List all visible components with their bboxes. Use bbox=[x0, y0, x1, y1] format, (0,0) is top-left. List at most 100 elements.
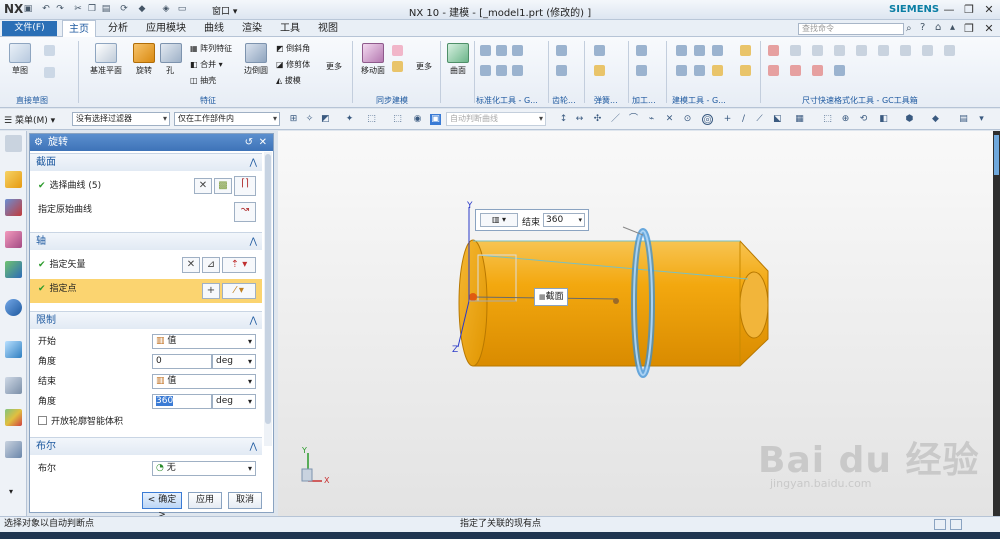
chamfer-button[interactable]: ◩ 倒斜角 bbox=[276, 43, 310, 54]
modeling-tool-icon-4[interactable] bbox=[676, 65, 687, 76]
tab-applications[interactable]: 应用模块 bbox=[140, 20, 192, 37]
std-tool-icon-5[interactable] bbox=[496, 65, 507, 76]
angle-handle[interactable] bbox=[613, 298, 619, 304]
snap-quadrant-icon[interactable]: ◎ bbox=[702, 114, 713, 125]
std-tool-icon-4[interactable] bbox=[480, 65, 491, 76]
status-icon-1[interactable] bbox=[934, 519, 946, 530]
boolean-select[interactable]: ◔ 无 ▾ bbox=[152, 461, 256, 476]
snap-end-point-icon[interactable]: ／ bbox=[610, 114, 621, 125]
dialog-scrollbar[interactable] bbox=[264, 152, 272, 446]
dim-tool-icon-7[interactable] bbox=[900, 45, 911, 56]
graphics-window[interactable]: Y Z Y X ▥ ▾ 结束 360 ▾ ▦截面 Bai du 经验 jingya… bbox=[278, 131, 993, 516]
section-header[interactable]: 截面 ⋀ bbox=[30, 153, 262, 171]
process-studio-icon[interactable] bbox=[5, 409, 22, 426]
dim-tool-icon-8[interactable] bbox=[922, 45, 933, 56]
start-angle-input[interactable]: 0 bbox=[152, 354, 212, 369]
render-style-icon[interactable]: ⬢ bbox=[904, 114, 915, 125]
assembly-navigator-icon[interactable] bbox=[5, 199, 22, 216]
machining-tool-icon-1[interactable] bbox=[636, 45, 647, 56]
origin-curve-icon[interactable]: ↝ bbox=[234, 202, 256, 222]
history-icon[interactable] bbox=[5, 377, 22, 394]
zoom-icon[interactable]: ⊕ bbox=[840, 114, 851, 125]
restore-button[interactable]: ❐ bbox=[960, 2, 978, 17]
start-type-select[interactable]: ▥ 值 ▾ bbox=[152, 334, 256, 349]
tab-tools[interactable]: 工具 bbox=[274, 20, 306, 37]
sync-icon-b[interactable] bbox=[392, 61, 403, 72]
part-navigator-icon[interactable] bbox=[5, 171, 22, 188]
axis-point-handle[interactable] bbox=[469, 293, 477, 301]
point-type-select[interactable]: ⁄ ▾ bbox=[222, 283, 256, 299]
snap-point-on-curve-icon[interactable]: ∕ bbox=[738, 114, 749, 125]
dim-tool-icon-4[interactable] bbox=[834, 45, 845, 56]
roles-icon[interactable] bbox=[5, 441, 22, 458]
fit-view-icon[interactable]: ⬚ bbox=[822, 114, 833, 125]
menu-button[interactable]: ☰ 菜单(M) ▾ bbox=[4, 113, 55, 126]
snap-center-icon[interactable]: ⊙ bbox=[682, 114, 693, 125]
std-tool-icon-6[interactable] bbox=[512, 65, 523, 76]
ok-button[interactable]: < 确定 > bbox=[142, 492, 182, 520]
modeling-tool-icon-3[interactable] bbox=[712, 45, 723, 56]
pattern-feature-button[interactable]: ▦ 阵列特征 bbox=[190, 43, 232, 54]
onscreen-type-select[interactable]: ▥ ▾ bbox=[480, 213, 518, 227]
scroll-thumb[interactable] bbox=[265, 154, 271, 424]
snap-control-point-icon[interactable]: ⌁ bbox=[646, 114, 657, 125]
select-icon-4[interactable]: ✦ bbox=[344, 114, 355, 125]
end-angle-input[interactable]: 360 bbox=[152, 394, 212, 409]
dim-tool-icon-13[interactable] bbox=[834, 65, 845, 76]
select-icon-2[interactable]: ✧ bbox=[304, 114, 315, 125]
deselect-icon[interactable]: ✕ bbox=[194, 178, 212, 194]
collapse-ribbon-icon[interactable]: ▴ bbox=[950, 22, 955, 33]
reverse-direction-icon[interactable]: ✕ bbox=[182, 257, 200, 273]
surface-button[interactable]: 曲面 bbox=[446, 43, 470, 76]
gear-icon[interactable]: ⚙ bbox=[34, 134, 43, 151]
search-icon[interactable]: ⌕ bbox=[906, 23, 912, 34]
view-icon-1[interactable]: ▦ bbox=[794, 114, 805, 125]
expand-icon[interactable]: ▾ bbox=[9, 487, 13, 496]
shell-button[interactable]: ◫ 抽壳 bbox=[190, 75, 216, 86]
end-angle-onscreen-input[interactable]: ▥ ▾ 结束 360 ▾ bbox=[475, 209, 589, 231]
dim-tool-icon-12[interactable] bbox=[812, 65, 823, 76]
hd3d-icon[interactable] bbox=[5, 299, 22, 316]
start-angle-unit-select[interactable]: deg ▾ bbox=[212, 354, 256, 369]
rectangle-icon[interactable] bbox=[44, 67, 55, 78]
std-tool-icon-2[interactable] bbox=[496, 45, 507, 56]
dim-tool-icon-10[interactable] bbox=[768, 65, 779, 76]
open-profile-row[interactable]: 开放轮廓智能体积 bbox=[30, 412, 262, 432]
boolean-header[interactable]: 布尔 ⋀ bbox=[30, 437, 262, 455]
modeling-tool-icon-6[interactable] bbox=[712, 65, 723, 76]
minimize-button[interactable]: — bbox=[940, 2, 958, 17]
type-filter-select[interactable]: 没有选择过滤器 bbox=[72, 112, 170, 126]
dim-tool-icon-3[interactable] bbox=[812, 45, 823, 56]
tab-curve[interactable]: 曲线 bbox=[198, 20, 230, 37]
machining-tool-icon-2[interactable] bbox=[636, 65, 647, 76]
help-icon[interactable]: ? bbox=[920, 22, 925, 33]
orient-view-icon[interactable]: ◧ bbox=[878, 114, 889, 125]
profile-icon[interactable] bbox=[44, 45, 55, 56]
select-icon-6[interactable]: ⬚ bbox=[392, 114, 403, 125]
origin-curve-row[interactable]: 指定原始曲线 bbox=[30, 200, 262, 220]
doc-restore-button[interactable]: ❐ bbox=[960, 21, 978, 36]
file-menu[interactable]: 文件(F) bbox=[2, 21, 57, 36]
move-face-button[interactable]: 移动面 bbox=[358, 43, 388, 76]
select-icon-8[interactable]: ▣ bbox=[430, 114, 441, 125]
toolbar-options-icon[interactable]: ▾ bbox=[976, 114, 987, 125]
snap-icon-2[interactable]: ↔ bbox=[574, 114, 585, 125]
gear-tool-icon-1[interactable] bbox=[556, 45, 567, 56]
panel-tab[interactable] bbox=[994, 135, 999, 175]
apply-button[interactable]: 应用 bbox=[188, 492, 222, 509]
layer-icon[interactable]: ▤ bbox=[958, 114, 969, 125]
cancel-button[interactable]: 取消 bbox=[228, 492, 262, 509]
unite-button[interactable]: ◧ 合并 ▾ bbox=[190, 59, 223, 70]
dim-tool-icon-9[interactable] bbox=[944, 45, 955, 56]
modeling-tool-icon-8[interactable] bbox=[740, 65, 751, 76]
vector-dialog-icon[interactable]: ⊿ bbox=[202, 257, 220, 273]
status-icon-2[interactable] bbox=[950, 519, 962, 530]
curve-rule-icon[interactable]: ▩ bbox=[214, 178, 232, 194]
dim-tool-icon-2[interactable] bbox=[790, 45, 801, 56]
dim-tool-icon-5[interactable] bbox=[856, 45, 867, 56]
sketch-section-icon[interactable]: ⌈⌉ bbox=[234, 176, 256, 196]
reuse-library-icon[interactable] bbox=[5, 261, 22, 278]
rotate-view-icon[interactable]: ⟲ bbox=[858, 114, 869, 125]
open-profile-checkbox[interactable] bbox=[38, 416, 47, 425]
point-dialog-icon[interactable]: + bbox=[202, 283, 220, 299]
